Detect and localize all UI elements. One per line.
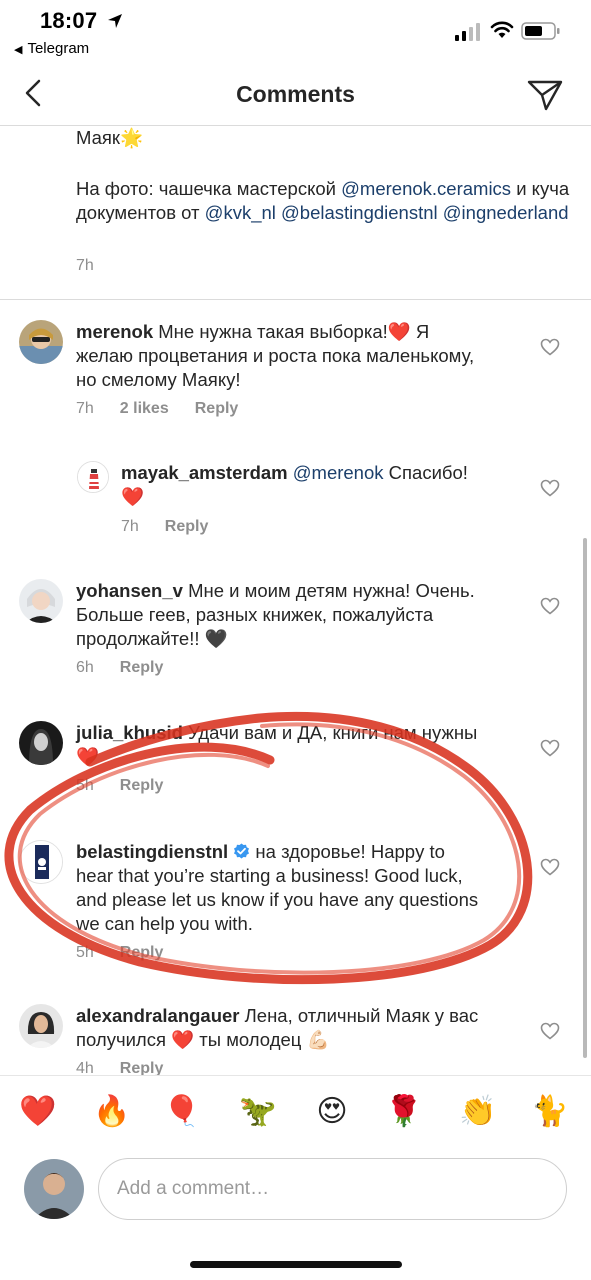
comment-time: 5h <box>76 944 94 961</box>
caption-line1-text: Маяк <box>76 127 121 148</box>
star-emoji: 🌟 <box>120 127 144 148</box>
comment-text: alexandralangauer Лена, отличный Маяк у … <box>76 1004 486 1052</box>
my-avatar-image <box>24 1159 84 1219</box>
avatar-belastingdienst-logo <box>20 841 62 883</box>
battery-icon <box>521 22 560 40</box>
comment-text: merenok Мне нужна такая выборка!❤️ Я жел… <box>76 320 486 392</box>
avatar[interactable] <box>77 461 109 493</box>
emoji-rose-button[interactable]: 🌹 <box>384 1094 424 1130</box>
caption-body: На фото: чашечка мастерской @merenok.cer… <box>76 177 576 225</box>
comment-time: 4h <box>76 1060 94 1075</box>
comment-text: julia_khusid Удачи вам и ДА, книги нам н… <box>76 721 486 769</box>
back-app-label: Telegram <box>27 40 90 57</box>
comment-username[interactable]: merenok <box>76 321 153 342</box>
comment-username[interactable]: belastingdienstnl <box>76 841 228 862</box>
avatar-yohansen-image <box>19 579 63 623</box>
mention-link[interactable]: @merenok <box>293 462 384 483</box>
comment-username[interactable]: alexandralangauer <box>76 1005 240 1026</box>
comment-time: 7h <box>76 400 94 417</box>
like-heart-icon[interactable] <box>540 479 560 497</box>
page-title: Comments <box>236 81 355 107</box>
avatar[interactable] <box>19 320 63 364</box>
emoji-heart-eyes-button[interactable]: 😍 <box>312 1094 352 1130</box>
comment-likes[interactable]: 2 likes <box>120 400 169 417</box>
cellular-signal-icon <box>455 23 480 41</box>
comment-meta: 6h Reply <box>76 659 189 677</box>
caption-text-prefix: На фото: чашечка мастерской <box>76 178 342 199</box>
comment-username[interactable]: mayak_amsterdam <box>121 462 288 483</box>
reply-button[interactable]: Reply <box>120 1060 164 1075</box>
wifi-icon <box>490 21 514 38</box>
emoji-heart-button[interactable]: ❤️ <box>18 1094 58 1130</box>
reply-button[interactable]: Reply <box>195 400 239 417</box>
avatar[interactable] <box>19 840 63 884</box>
status-time: 18:07 <box>40 8 98 33</box>
comment-username[interactable]: julia_khusid <box>76 722 183 743</box>
like-heart-icon[interactable] <box>540 338 560 356</box>
nav-bar: Comments <box>0 66 591 126</box>
verified-badge-icon <box>234 843 250 859</box>
like-heart-icon[interactable] <box>540 858 560 876</box>
comment-meta: 4h Reply <box>76 1060 189 1075</box>
mention-link[interactable]: @merenok.ceramics <box>341 178 511 199</box>
add-comment-input[interactable] <box>98 1158 567 1220</box>
like-heart-icon[interactable] <box>540 1022 560 1040</box>
avatar-alexandra-image <box>19 1004 63 1048</box>
comment-time: 6h <box>76 659 94 676</box>
caption-time: 7h <box>76 257 94 274</box>
comment-meta: 5h Reply <box>76 777 189 795</box>
comment-time: 7h <box>121 518 139 535</box>
comment-text: mayak_amsterdam @merenok Спасибо! ❤️ <box>121 461 501 509</box>
comment-username[interactable]: yohansen_v <box>76 580 183 601</box>
back-triangle-icon: ◀ <box>14 44 23 56</box>
avatar[interactable] <box>19 1004 63 1048</box>
comment-text: belastingdienstnl на здоровье! Happy to … <box>76 840 486 936</box>
emoji-balloon-button[interactable]: 🎈 <box>162 1094 202 1130</box>
lighthouse-logo-icon <box>78 462 108 492</box>
home-indicator[interactable] <box>190 1261 402 1268</box>
comment-body: Спасибо! <box>383 462 468 483</box>
caption-line1: Маяк🌟 <box>76 127 143 150</box>
comments-list[interactable]: Маяк🌟 На фото: чашечка мастерской @meren… <box>0 127 591 1075</box>
comment-time: 5h <box>76 777 94 794</box>
emoji-quick-bar: ❤️ 🔥 🎈 🦖 😍 🌹 👏 🐈 <box>0 1075 591 1151</box>
avatar[interactable] <box>19 579 63 623</box>
heart-emoji: ❤️ <box>121 486 145 507</box>
back-to-app-link[interactable]: ◀ Telegram <box>14 40 89 57</box>
caption-divider <box>0 299 591 300</box>
comment-composer <box>0 1151 591 1237</box>
mention-link[interactable]: @belastingdienstnl <box>281 202 438 223</box>
avatar-julia-image <box>19 721 63 765</box>
like-heart-icon[interactable] <box>540 597 560 615</box>
emoji-clap-button[interactable]: 👏 <box>458 1094 498 1130</box>
reply-button[interactable]: Reply <box>120 659 164 676</box>
location-arrow-icon <box>108 14 122 28</box>
reply-button[interactable]: Reply <box>120 944 164 961</box>
reply-button[interactable]: Reply <box>120 777 164 794</box>
avatar[interactable] <box>19 721 63 765</box>
comment-text: yohansen_v Мне и моим детям нужна! Очень… <box>76 579 486 651</box>
comment-meta: 7h 2 likes Reply <box>76 400 264 418</box>
mention-link[interactable]: @kvk_nl <box>205 202 276 223</box>
reply-button[interactable]: Reply <box>165 518 209 535</box>
avatar <box>24 1159 84 1219</box>
status-bar: 18:07 ◀ Telegram <box>0 0 591 66</box>
avatar-merenok-image <box>19 320 63 364</box>
emoji-cat-button[interactable]: 🐈 <box>530 1094 570 1130</box>
direct-send-icon[interactable] <box>526 78 564 112</box>
emoji-dinosaur-button[interactable]: 🦖 <box>238 1094 278 1130</box>
like-heart-icon[interactable] <box>540 739 560 757</box>
emoji-fire-button[interactable]: 🔥 <box>92 1094 132 1130</box>
comment-meta: 5h Reply <box>76 944 189 962</box>
mention-link[interactable]: @ingnederland <box>443 202 569 223</box>
scroll-indicator[interactable] <box>583 538 587 1058</box>
comment-meta: 7h Reply <box>121 518 234 536</box>
